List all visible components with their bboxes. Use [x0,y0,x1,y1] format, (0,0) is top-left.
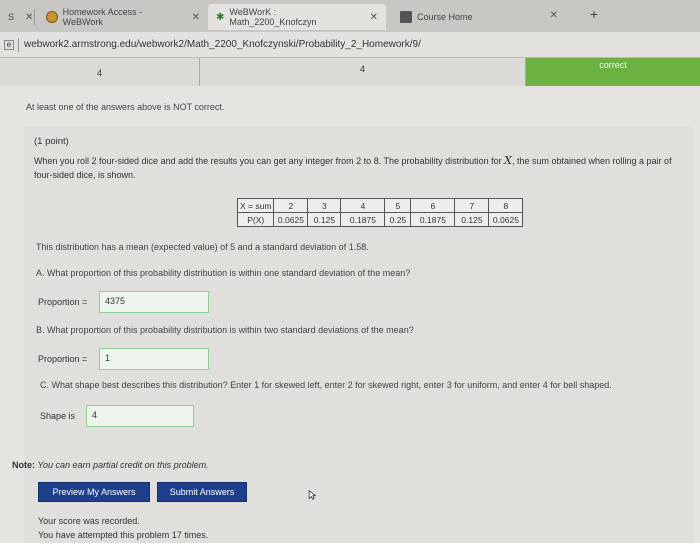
table-cell: 0.1875 [410,212,456,227]
question-c: C. What shape best describes this distri… [40,380,612,390]
result-status-cell: correct [526,58,700,86]
answer-c-label: Shape is [40,411,76,421]
table-cell: 0.0625 [273,212,309,227]
url-text[interactable]: webwork2.armstrong.edu/webwork2/Math_220… [24,39,421,50]
preview-answers-button[interactable]: Preview My Answers [38,482,150,502]
new-tab-icon[interactable]: + [590,6,598,22]
webwork-logo-icon: ✱ [216,11,225,23]
question-b: B. What proportion of this probability d… [36,325,414,335]
result-preview-cell: 4 [200,58,526,86]
tab-homework-access[interactable]: Homework Access - WeBWork ✕ [38,4,208,30]
table-cell: 0.0625 [488,212,524,227]
answer-b-input[interactable]: 1 [99,348,209,370]
tab-label: Course Home [417,12,473,22]
probability-table: X = sum 2 3 4 5 6 7 8 P(X) 0.0625 0.125 … [236,198,524,227]
answer-c-input[interactable]: 4 [86,405,194,427]
question-a: A. What proportion of this probability d… [36,268,411,278]
submit-answers-button[interactable]: Submit Answers [157,482,247,502]
webwork-favicon-icon [46,11,58,23]
random-variable: X [504,154,512,167]
table-cell: 5 [384,198,412,213]
table-cell: 2 [273,198,309,213]
browser-tab-bar: S ✕ Homework Access - WeBWork ✕ ✱ WeBWor… [0,0,700,32]
note-text: You can earn partial credit on this prob… [37,460,209,470]
table-prob-label: P(X) [236,212,275,227]
page-favicon-icon [400,11,412,23]
table-cell: 0.125 [454,212,490,227]
score-recorded-text: Your score was recorded. [38,516,140,526]
tab-label: Homework Access - WeBWork [62,7,143,27]
table-cell: 7 [454,198,490,213]
results-table: 4 4 correct [0,58,700,86]
tab-webwork-math[interactable]: ✱ WeBWorK : Math_2200_Knofczyn ✕ [208,4,386,30]
result-entered-cell: 4 [0,58,200,86]
mean-sd-text: This distribution has a mean (expected v… [36,242,369,252]
main-content: At least one of the answers above is NOT… [0,86,700,543]
close-icon[interactable]: ✕ [370,12,378,23]
answer-a-label: Proportion = [38,297,88,307]
table-cell: 4 [340,198,386,213]
table-cell: 0.25 [384,212,412,227]
warning-message: At least one of the answers above is NOT… [26,102,225,112]
tab-label: WeBWorK : Math_2200_Knofczyn [229,7,317,27]
table-row: P(X) 0.0625 0.125 0.1875 0.25 0.1875 0.1… [236,212,524,227]
problem-points: (1 point) [34,136,69,147]
problem-panel: (1 point) When you roll 2 four-sided dic… [24,126,694,543]
page-info-icon[interactable]: e [4,39,14,50]
partial-credit-note: Note: You can earn partial credit on thi… [12,460,209,470]
table-cell: 3 [307,198,342,213]
close-tab-icon[interactable]: ✕ [550,10,558,21]
statement-part1: When you roll 2 four-sided dice and add … [34,156,502,166]
problem-statement: When you roll 2 four-sided dice and add … [34,154,684,182]
close-icon[interactable]: ✕ [25,12,33,23]
close-icon[interactable]: ✕ [192,12,200,23]
tab-label: S [8,12,15,22]
address-bar[interactable]: e webwork2.armstrong.edu/webwork2/Math_2… [0,32,700,58]
answer-b-label: Proportion = [38,354,88,364]
note-label: Note: [12,460,35,470]
address-divider [18,37,19,52]
tab-course-home[interactable]: Course Home [392,4,512,30]
table-cell: 6 [410,198,456,213]
table-header-label: X = sum [236,198,275,213]
mouse-cursor-icon [308,490,316,500]
answer-a-input[interactable]: 4375 [99,291,209,313]
table-cell: 0.125 [307,212,342,227]
attempts-text: You have attempted this problem 17 times… [38,530,209,540]
tab-divider [34,9,35,25]
table-cell: 8 [488,198,524,213]
table-row: X = sum 2 3 4 5 6 7 8 [236,198,524,213]
tab-partial[interactable]: S ✕ [0,4,41,30]
table-cell: 0.1875 [340,212,386,227]
